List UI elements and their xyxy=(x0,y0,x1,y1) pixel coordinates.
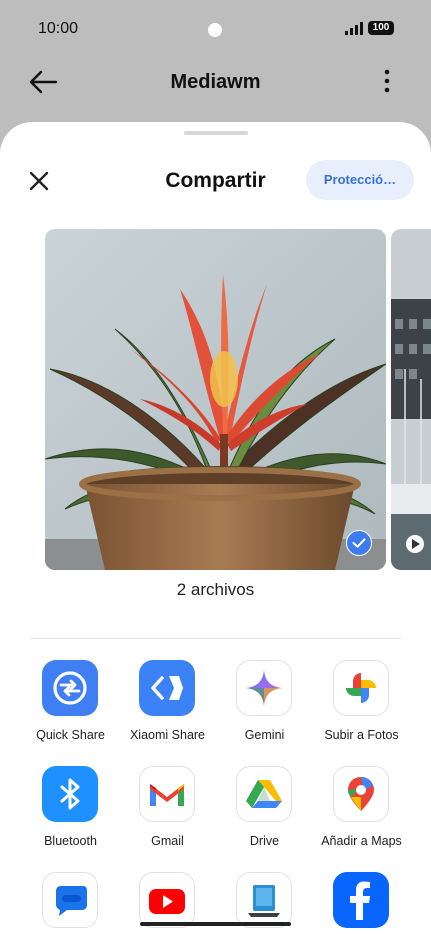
facebook-icon xyxy=(333,872,389,928)
share-target-label: Xiaomi Share xyxy=(129,728,206,742)
share-sheet: Compartir Protecció… 2 archivos Quick Sh… xyxy=(0,122,431,934)
app-title: Mediawm xyxy=(170,71,261,93)
share-target-label: Drive xyxy=(249,834,280,848)
share-target-label: Subir a Fotos xyxy=(324,728,399,742)
laptop-icon xyxy=(236,872,292,928)
gmail-icon xyxy=(139,766,195,822)
selected-check-icon[interactable] xyxy=(346,530,372,556)
quick-share-icon xyxy=(42,660,98,716)
more-options-icon[interactable] xyxy=(375,68,399,94)
drive-icon xyxy=(236,766,292,822)
maps-icon xyxy=(333,766,389,822)
camera-cutout xyxy=(208,23,222,37)
preview-image-harbor[interactable] xyxy=(391,229,431,570)
status-time: 10:00 xyxy=(38,20,79,37)
app-header: Mediawm xyxy=(0,58,431,118)
file-count: 2 archivos xyxy=(176,580,255,599)
signal-icon xyxy=(345,22,363,35)
battery-icon: 100 xyxy=(368,21,394,35)
plant-photo xyxy=(45,229,386,570)
share-target-label: Quick Share xyxy=(36,728,105,742)
share-target-label: Bluetooth xyxy=(44,834,97,848)
xiaomi-share-icon xyxy=(139,660,195,716)
home-indicator[interactable] xyxy=(140,922,291,926)
gemini-icon xyxy=(236,660,292,716)
harbor-photo xyxy=(391,229,431,570)
divider xyxy=(30,638,401,639)
protection-button[interactable]: Protecció… xyxy=(306,160,414,200)
status-bar: 10:00 100 xyxy=(0,0,431,58)
share-target-label: Gemini xyxy=(244,728,285,742)
drag-handle[interactable] xyxy=(184,131,248,135)
share-target-label: Gmail xyxy=(151,834,184,848)
messages-icon xyxy=(42,872,98,928)
share-target-label: Añadir a Maps xyxy=(321,834,402,848)
bluetooth-icon xyxy=(42,766,98,822)
youtube-icon xyxy=(139,872,195,928)
google-photos-icon xyxy=(333,660,389,716)
preview-image-plant[interactable] xyxy=(45,229,386,570)
